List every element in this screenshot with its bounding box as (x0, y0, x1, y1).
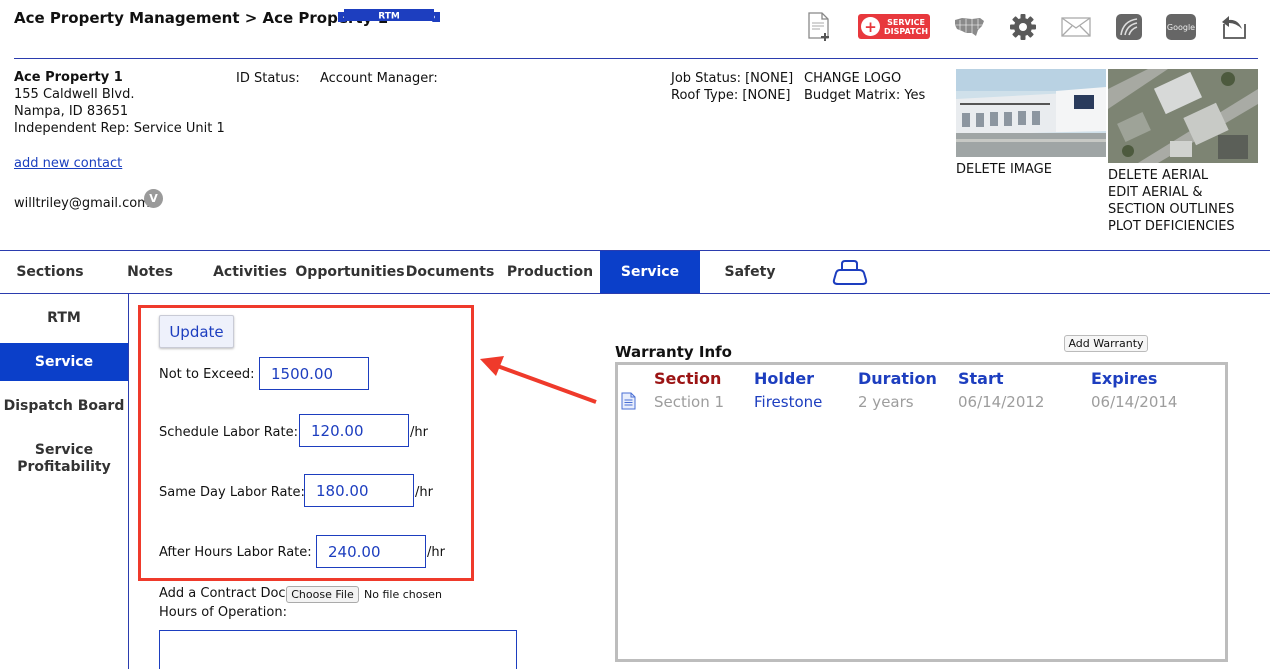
usa-map-icon[interactable] (953, 10, 987, 44)
hours-of-operation-label: Hours of Operation: (159, 605, 287, 620)
add-new-contact-link[interactable]: add new contact (14, 155, 122, 172)
sidebar-item-dispatch-board[interactable]: Dispatch Board (0, 398, 128, 415)
delete-aerial-link[interactable]: DELETE AERIAL (1108, 167, 1235, 184)
update-button[interactable]: Update (159, 315, 234, 348)
property-name: Ace Property 1 (14, 70, 123, 85)
independent-rep: Independent Rep: Service Unit 1 (14, 121, 225, 136)
envelope-icon[interactable] (1059, 10, 1093, 44)
aerial-links: DELETE AERIAL EDIT AERIAL & SECTION OUTL… (1108, 167, 1235, 235)
warranty-cell-expires: 06/14/2014 (1091, 393, 1178, 411)
service-dispatch-icon[interactable]: + SERVICE DISPATCH (858, 14, 930, 39)
verified-badge[interactable]: V (144, 189, 163, 208)
same-day-labor-rate-input[interactable]: 180.00 (304, 474, 414, 507)
account-manager-label: Account Manager: (320, 71, 438, 86)
same-day-per-hour: /hr (415, 485, 433, 500)
section-outlines-link[interactable]: SECTION OUTLINES (1108, 201, 1235, 218)
annotation-arrow-icon (480, 356, 597, 404)
after-hours-per-hour: /hr (427, 545, 445, 560)
aerial-photo (1108, 69, 1258, 163)
back-icon[interactable] (1217, 10, 1251, 44)
new-document-icon[interactable] (802, 10, 836, 44)
sidebar-item-service-profitability[interactable]: Service Profitability (0, 442, 128, 476)
edit-aerial-link[interactable]: EDIT AERIAL & (1108, 184, 1235, 201)
service-dispatch-line2: DISPATCH (884, 26, 929, 36)
building-photo (956, 69, 1106, 157)
schedule-labor-rate-input[interactable]: 120.00 (299, 414, 409, 447)
property-address-line1: 155 Caldwell Blvd. (14, 87, 135, 102)
schedule-labor-rate-label: Schedule Labor Rate: $ (159, 425, 311, 440)
warranty-header-holder[interactable]: Holder (754, 369, 814, 388)
job-status: Job Status: [NONE] (671, 71, 794, 86)
hours-of-operation-textarea[interactable] (159, 630, 517, 669)
warranty-cell-start: 06/14/2012 (958, 393, 1045, 411)
truck-tab-icon[interactable] (830, 257, 870, 287)
contract-doc-label: Add a Contract Doc: (159, 586, 290, 601)
tab-service[interactable]: Service (600, 251, 700, 293)
warranty-header-section[interactable]: Section (654, 369, 721, 388)
tab-documents[interactable]: Documents (400, 251, 500, 293)
tab-activities[interactable]: Activities (200, 251, 300, 293)
service-dispatch-line1: SERVICE (887, 17, 925, 27)
sidebar-item-label-line1: Service (34, 442, 94, 458)
tab-sections[interactable]: Sections (0, 251, 100, 293)
property-info: Ace Property 1 155 Caldwell Blvd. Nampa,… (14, 69, 225, 137)
tab-safety[interactable]: Safety (700, 251, 800, 293)
change-logo-link[interactable]: CHANGE LOGO (804, 70, 901, 87)
warranty-cell-holder[interactable]: Firestone (754, 393, 822, 411)
same-day-labor-rate-label: Same Day Labor Rate: $ (159, 485, 318, 500)
sidebar-item-label-line2: Profitability (17, 459, 111, 475)
header-divider (14, 58, 1258, 59)
warranty-info-title: Warranty Info (615, 343, 732, 361)
sidebar-item-service[interactable]: Service (0, 343, 128, 381)
choose-file-button[interactable]: Choose File (286, 586, 359, 603)
delete-image-link[interactable]: DELETE IMAGE (956, 161, 1052, 178)
after-hours-labor-rate-label: After Hours Labor Rate: $ (159, 545, 325, 560)
plot-deficiencies-link[interactable]: PLOT DEFICIENCIES (1108, 218, 1235, 235)
page-title: Ace Property Management > Ace Property 1 (14, 9, 389, 27)
property-address-line2: Nampa, ID 83651 (14, 104, 129, 119)
tab-notes[interactable]: Notes (100, 251, 200, 293)
after-hours-labor-rate-input[interactable]: 240.00 (316, 535, 426, 568)
gear-icon[interactable] (1006, 10, 1040, 44)
contact-email: willtriley@gmail.com (14, 196, 150, 211)
warranty-header-start[interactable]: Start (958, 369, 1004, 388)
document-icon[interactable] (621, 392, 636, 414)
not-to-exceed-input[interactable]: 1500.00 (259, 357, 369, 390)
rtm-ribbon-badge: RTM (338, 9, 440, 22)
warranty-cell-duration: 2 years (858, 393, 914, 411)
tab-production[interactable]: Production (500, 251, 600, 293)
id-status-label: ID Status: (236, 71, 300, 86)
google-icon[interactable]: Google (1166, 14, 1196, 40)
not-to-exceed-label: Not to Exceed: $ (159, 367, 267, 382)
google-label: Google (1166, 22, 1196, 32)
red-cross-icon: + (861, 17, 880, 36)
schedule-per-hour: /hr (410, 425, 428, 440)
tabs-divider-bottom (0, 293, 1270, 294)
add-warranty-button[interactable]: Add Warranty (1064, 335, 1148, 352)
budget-matrix: Budget Matrix: Yes (804, 88, 926, 103)
sidebar-item-rtm[interactable]: RTM (0, 310, 128, 327)
warranty-header-expires[interactable]: Expires (1091, 369, 1157, 388)
rtm-ribbon-label: RTM (378, 12, 400, 22)
warranty-cell-section: Section 1 (654, 393, 725, 411)
sketch-icon[interactable] (1112, 10, 1146, 44)
tab-opportunities[interactable]: Opportunities (295, 251, 404, 293)
roof-type: Roof Type: [NONE] (671, 88, 791, 103)
no-file-chosen: No file chosen (364, 588, 442, 601)
warranty-header-duration[interactable]: Duration (858, 369, 937, 388)
sidebar-divider (128, 293, 129, 669)
